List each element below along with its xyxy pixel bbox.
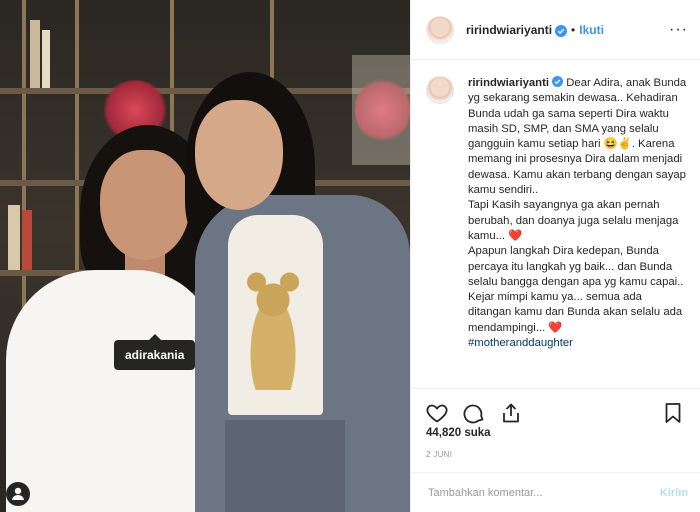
mickey-print (240, 270, 306, 390)
separator-dot: • (571, 22, 576, 37)
person-left-white-top (6, 270, 216, 512)
book (30, 20, 40, 88)
more-icon[interactable]: ··· (669, 21, 688, 39)
avatar[interactable] (426, 15, 454, 44)
verified-badge-icon (555, 24, 568, 37)
bookmark-icon[interactable] (661, 401, 685, 425)
book (8, 205, 20, 270)
framed-art (352, 55, 410, 165)
post-header: ririndwiariyanti • Ikuti ··· (411, 0, 700, 60)
hashtag-link[interactable]: #motheranddaughter (468, 337, 573, 349)
caption-text: ririndwiariyanti Dear Adira, anak Bunda … (468, 76, 688, 387)
action-bar (411, 388, 700, 428)
verified-badge-icon (552, 76, 564, 87)
book (42, 30, 50, 88)
heart-icon[interactable] (425, 401, 449, 425)
follow-button[interactable]: Ikuti (579, 23, 604, 37)
shelf (0, 88, 410, 94)
user-tag-icon[interactable] (6, 482, 30, 506)
user-tag-label[interactable]: adirakania (114, 334, 196, 370)
caption-section: ririndwiariyanti Dear Adira, anak Bunda … (411, 60, 700, 387)
caption-body: Dear Adira, anak Bunda yg sekarang semak… (468, 77, 687, 334)
header-username[interactable]: ririndwiariyanti (466, 23, 552, 37)
share-icon[interactable] (499, 401, 523, 425)
post-date: 2 JUNI (426, 450, 453, 459)
person-right-face (195, 100, 283, 210)
book (22, 210, 32, 270)
post-sidebar: ririndwiariyanti • Ikuti ··· ririndwiari… (410, 0, 700, 512)
caption-username[interactable]: ririndwiariyanti (468, 77, 549, 89)
post-photo[interactable]: adirakania (0, 0, 410, 512)
person-left-face (100, 150, 190, 260)
avatar[interactable] (426, 76, 454, 104)
likes-count[interactable]: 44,820 suka (426, 427, 491, 439)
comment-composer: Kirim (411, 472, 700, 512)
person-right-pants (225, 420, 345, 512)
comment-icon[interactable] (462, 401, 486, 425)
post-comment-button[interactable]: Kirim (660, 487, 688, 499)
comment-input[interactable] (426, 485, 660, 500)
